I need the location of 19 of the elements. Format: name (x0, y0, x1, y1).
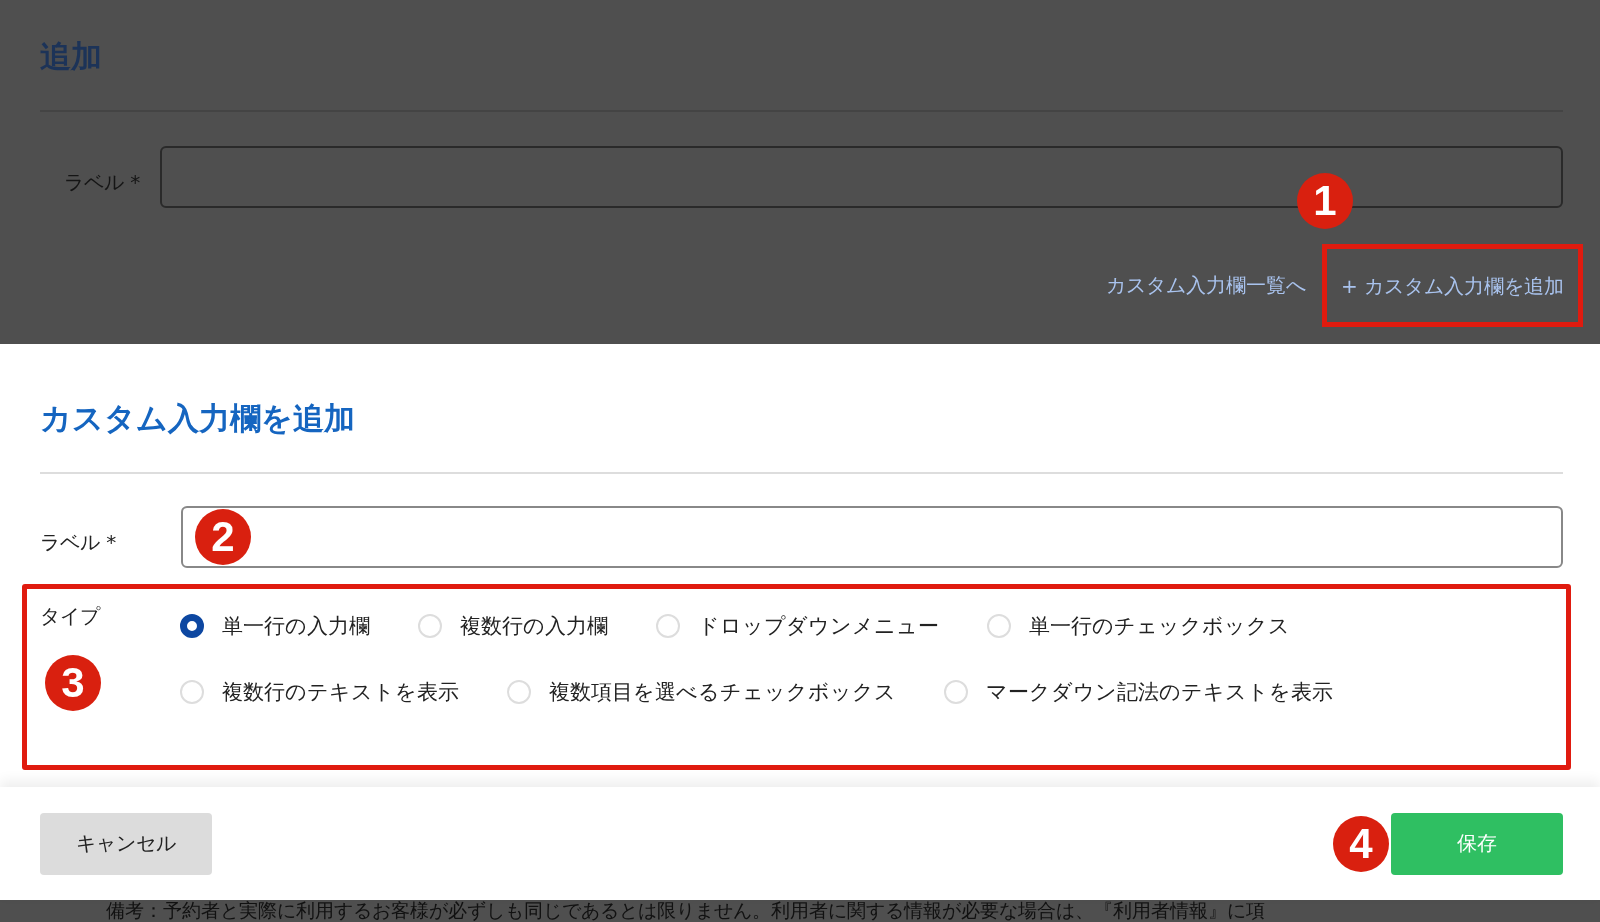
dialog-title: カスタム入力欄を追加 (40, 344, 1563, 474)
callout-number: 4 (1333, 815, 1389, 872)
field-label: ラベル * (40, 528, 118, 556)
radio-option[interactable]: マークダウン記法のテキストを表示 (944, 678, 1333, 706)
radio-option[interactable]: 単一行のチェックボックス (987, 612, 1290, 640)
callout-number: 3 (45, 655, 101, 711)
cancel-button[interactable]: キャンセル (40, 812, 212, 875)
custom-field-list-link[interactable]: カスタム入力欄一覧へ (1089, 272, 1322, 299)
note-text: 備考：予約者と実際に利用するお客様が必ずしも同じであるとは限りません。利用者に関する情報が必要な場合は、『利用者情報』に項 (0, 900, 1600, 922)
radio-option[interactable]: 複数行のテキストを表示 (180, 678, 459, 706)
field-label: ラベル * (63, 168, 142, 196)
radio-option[interactable]: 複数項目を選べるチェックボックス (507, 678, 896, 706)
add-custom-field-link[interactable]: + カスタム入力欄を追加 (1340, 274, 1564, 298)
radio-button[interactable] (180, 614, 204, 638)
field-label: タイプ (40, 603, 102, 630)
radio-option[interactable]: ドロップダウンメニュー (656, 612, 939, 640)
radio-option[interactable]: 複数行の入力欄 (418, 612, 608, 640)
radio-option[interactable]: 単一行の入力欄 (180, 612, 370, 640)
label-input[interactable] (181, 506, 1563, 568)
